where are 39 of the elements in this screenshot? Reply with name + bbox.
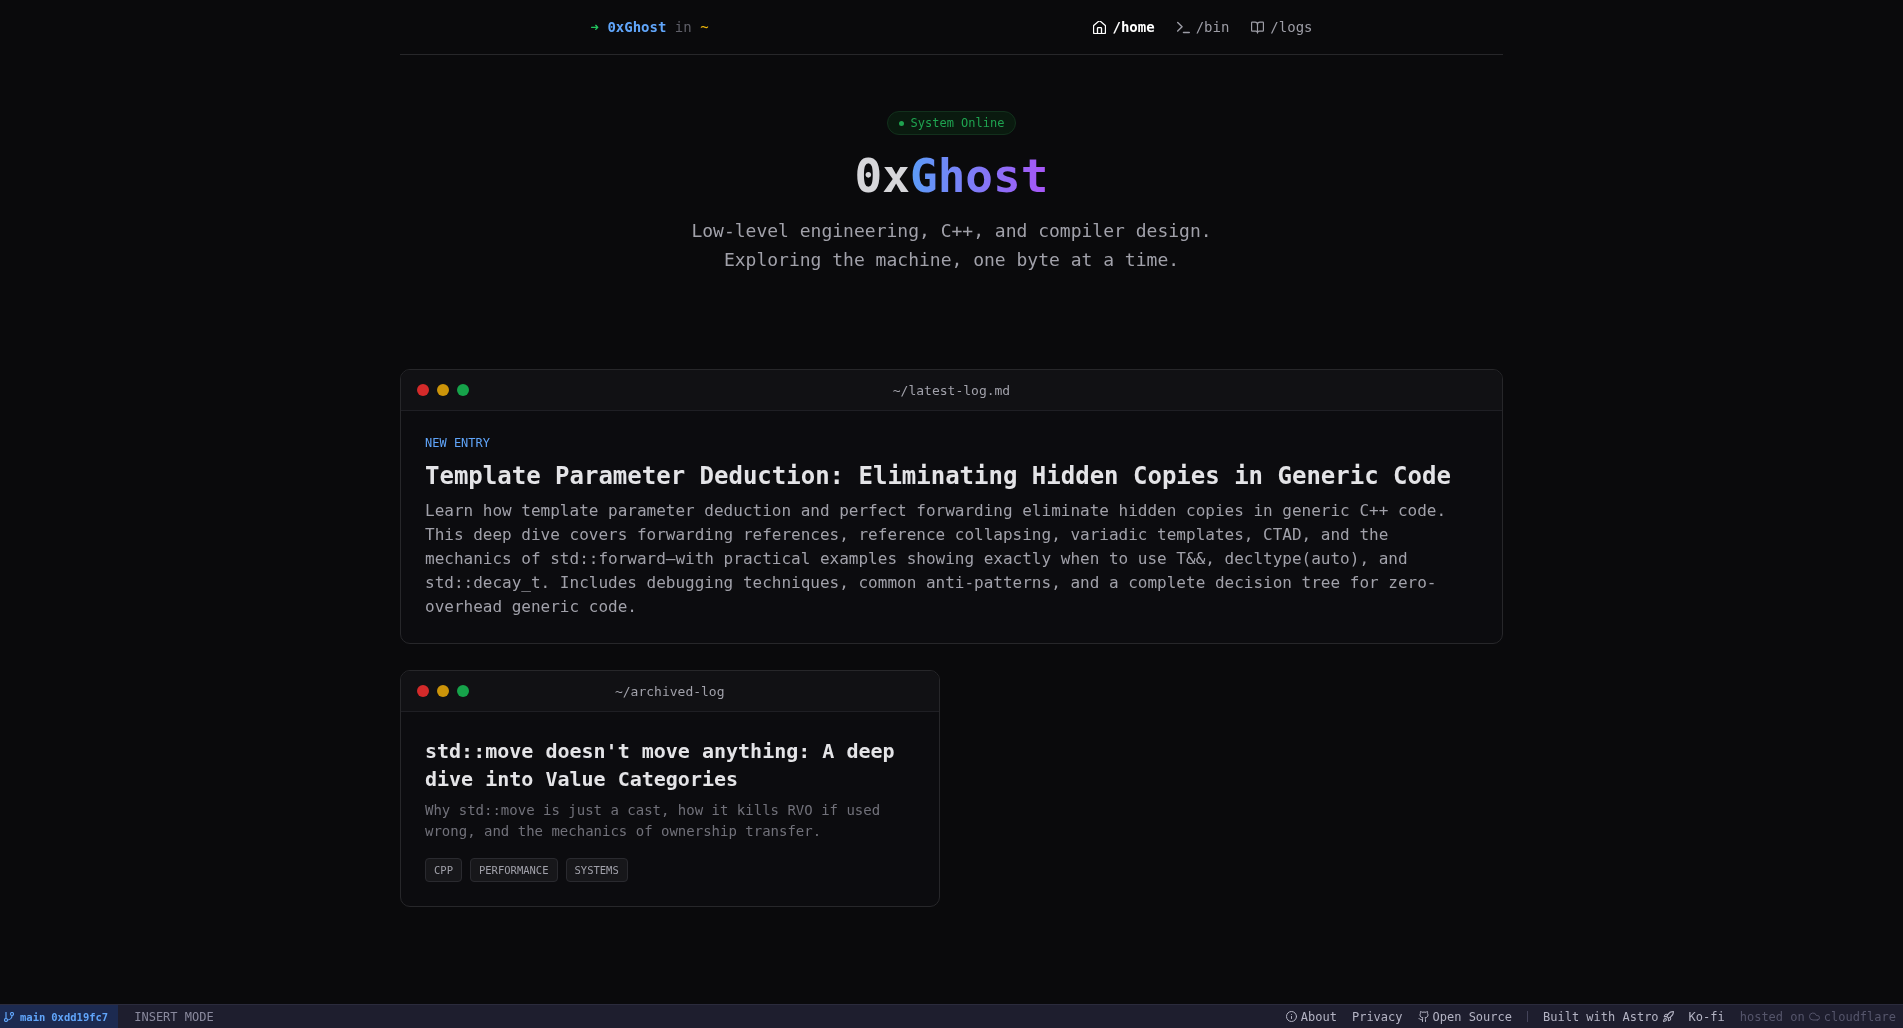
cloud-icon: [1808, 1011, 1820, 1022]
file-name: ~/archived-log: [614, 683, 725, 699]
log-card[interactable]: [400, 670, 940, 907]
window-controls-icon: [417, 685, 469, 697]
log-card[interactable]: [400, 369, 1503, 644]
tag-chip: PERFORMANCE: [469, 858, 558, 882]
host-name: cloudflare: [1823, 1009, 1896, 1024]
book-icon: [1251, 20, 1265, 34]
info-icon: [1285, 1011, 1297, 1022]
hosted-label: hosted on: [1739, 1009, 1805, 1024]
window-controls-icon: [417, 384, 469, 396]
footer-link[interactable]: Ko-fi: [1688, 1009, 1725, 1024]
shell-prompt-link[interactable]: ➜ 0xGhost in ~: [590, 19, 709, 35]
footer-link[interactable]: About: [1285, 1009, 1337, 1024]
nav-link[interactable]: /logs: [1251, 19, 1313, 35]
editor-mode: INSERT MODE: [134, 1009, 214, 1024]
post-description: Learn how template parameter deduction and perfect forwarding eliminate hidden copies in generic C++ code. This deep dive covers forwarding references, reference collapsing, variadic templates, CTAD, and the mechanics of std::forward—with practical examples showing exactly when to use T&&, decltype(auto), and std::decay_t. Includes debugging techniques, common anti-patterns, and a complete decision tree for zero-overhead generic code.: [425, 500, 1448, 618]
commit-hash: 0xdd19fc7: [51, 1010, 109, 1023]
git-branch-icon: [4, 1011, 14, 1022]
rocket-icon: [1662, 1011, 1674, 1022]
footer-link[interactable]: Built with Astro: [1543, 1009, 1674, 1024]
branch-name: main: [20, 1010, 46, 1023]
post-title: std::move doesn't move anything: A deep dive into Value Categories: [425, 738, 896, 793]
cat-icon: [1417, 1011, 1429, 1022]
nav-link[interactable]: /home: [1093, 19, 1155, 35]
status-dot-icon: [898, 120, 904, 126]
status-text: System Online: [910, 116, 1005, 130]
footer-link[interactable]: Privacy: [1351, 1009, 1403, 1024]
tagline: Low-level engineering, C++, and compiler design. Exploring the machine, one byte at a time.: [691, 219, 1212, 272]
tag-chip: CPP: [425, 858, 462, 882]
footer-link[interactable]: Open Source: [1417, 1009, 1512, 1024]
file-name: ~/latest-log.md: [892, 382, 1011, 398]
entry-label: NEW ENTRY: [425, 435, 492, 451]
post-title: Template Parameter Deduction: Eliminating Hidden Copies in Generic Code: [425, 461, 1452, 492]
home-icon: [1093, 20, 1107, 34]
tag-chip: SYSTEMS: [565, 858, 628, 882]
post-description: Why std::move is just a cast, how it kills RVO if used wrong, and the mechanics of ownership transfer.: [425, 801, 882, 841]
nav-link[interactable]: /bin: [1176, 19, 1230, 35]
terminal-icon: [1176, 20, 1190, 34]
